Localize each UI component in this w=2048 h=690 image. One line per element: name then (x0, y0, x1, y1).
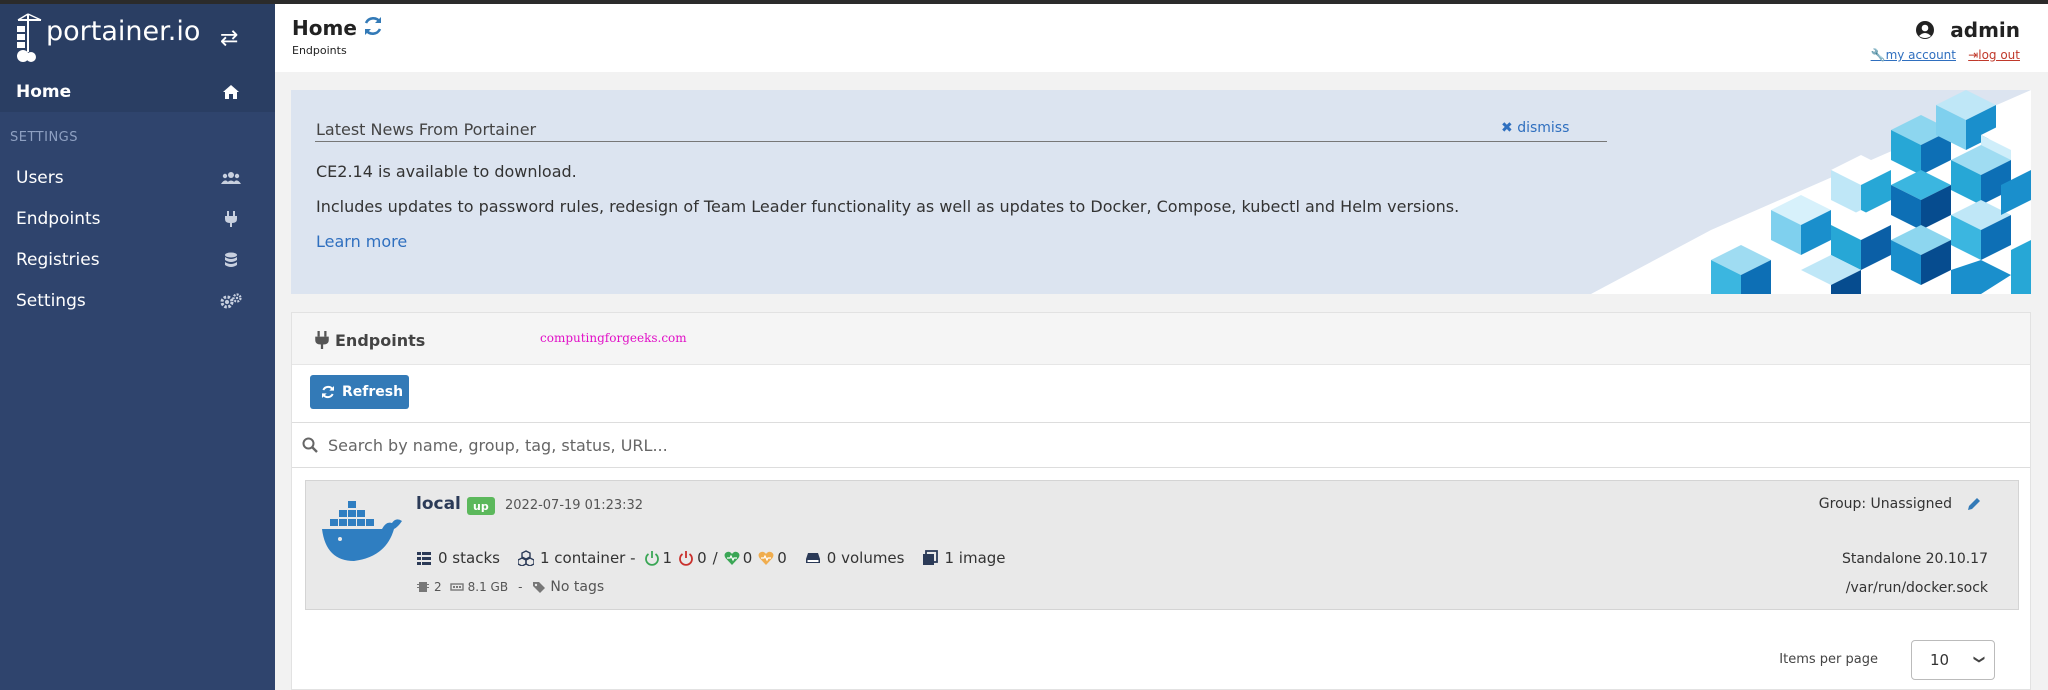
heartbeat-warning-icon (758, 551, 774, 565)
sidebar-item-label: Endpoints (16, 209, 101, 229)
endpoint-stats: 0 stacks 1 container - 1 0 / 0 0 0 volum… (416, 548, 1006, 568)
news-text: CE2.14 is available to download. (316, 162, 577, 181)
user-menu: admin 🔧my account ⇥log out (1748, 14, 2048, 64)
images-count: 1 image (944, 549, 1006, 567)
memory-size: 8.1 GB (467, 580, 509, 594)
news-banner: Latest News From Portainer ✖ dismiss CE2… (291, 90, 2031, 294)
news-title: Latest News From Portainer (316, 120, 537, 139)
news-divider (315, 141, 1607, 142)
clone-icon (923, 550, 939, 565)
unhealthy-count: 0 (777, 549, 787, 567)
settings-heading: SETTINGS (10, 130, 79, 145)
tags-icon (533, 582, 546, 593)
hdd-icon (805, 553, 820, 563)
sidebar-toggle-icon[interactable]: ⇄ (220, 26, 238, 51)
sidebar: portainer.io ⇄ Home SETTINGS Users Endpo… (0, 4, 275, 690)
users-icon (220, 167, 242, 189)
endpoint-group: Group: Unassigned (1818, 496, 1952, 512)
sidebar-item-settings[interactable]: Settings (0, 281, 275, 321)
breadcrumb: Endpoints (292, 44, 347, 57)
log-out-link[interactable]: ⇥log out (1968, 48, 2020, 62)
cpu-icon (417, 582, 429, 592)
endpoint-timestamp: 2022-07-19 01:23:32 (505, 498, 644, 513)
page-header: Home Endpoints admin 🔧my account ⇥log ou… (275, 4, 2048, 72)
stacks-count: 0 stacks (438, 549, 500, 567)
sidebar-item-label: Home (16, 82, 72, 102)
search-input[interactable] (328, 431, 2008, 459)
sidebar-item-label: Settings (16, 291, 86, 311)
endpoint-url: /var/run/docker.sock (1845, 580, 1988, 596)
sidebar-item-users[interactable]: Users (0, 158, 275, 198)
news-text: Includes updates to password rules, rede… (316, 197, 1460, 216)
cpu-count: 2 (434, 580, 442, 594)
plug-icon (220, 208, 242, 230)
wrench-icon: 🔧 (1870, 48, 1886, 62)
items-per-page-label: Items per page (1779, 652, 1878, 667)
endpoint-name: local (416, 494, 461, 514)
stopped-count: 0 (697, 549, 707, 567)
portainer-logo-icon[interactable] (14, 12, 44, 64)
status-badge: up (467, 497, 495, 515)
refresh-icon (322, 385, 334, 399)
heartbeat-icon (724, 551, 740, 565)
endpoints-panel: Endpoints computingforgeeks.com Refresh (291, 312, 2031, 690)
docker-logo-icon (322, 501, 402, 561)
running-count: 1 (662, 549, 673, 567)
database-icon (220, 249, 242, 271)
learn-more-link[interactable]: Learn more (316, 232, 407, 251)
items-per-page-select[interactable]: 10 ❯ (1911, 640, 1995, 680)
watermark-text: computingforgeeks.com (540, 331, 687, 345)
endpoint-meta: 2 8.1 GB - No tags (416, 578, 604, 596)
sidebar-item-label: Registries (16, 250, 100, 270)
panel-header: Endpoints computingforgeeks.com (292, 313, 2030, 365)
sidebar-item-endpoints[interactable]: Endpoints (0, 199, 275, 239)
refresh-button[interactable]: Refresh (310, 375, 409, 409)
refresh-icon[interactable] (361, 14, 385, 38)
sidebar-item-registries[interactable]: Registries (0, 240, 275, 280)
sign-out-icon: ⇥ (1968, 48, 1979, 62)
panel-title: Endpoints (335, 331, 426, 350)
memory-icon (449, 583, 464, 591)
cubes-icon (517, 550, 534, 566)
search-bar (292, 422, 2030, 468)
user-circle-icon (1916, 21, 1934, 39)
search-icon (302, 437, 318, 453)
brand-name[interactable]: portainer.io (46, 16, 200, 47)
tags-text: No tags (550, 579, 605, 595)
endpoint-item[interactable]: local up 2022-07-19 01:23:32 Group: Unas… (305, 480, 2019, 610)
containers-count: 1 container - (539, 549, 636, 567)
power-off-icon (679, 551, 693, 566)
username: admin (1950, 18, 2020, 42)
chevron-down-icon: ❯ (1972, 654, 1986, 665)
sidebar-item-label: Users (16, 168, 64, 188)
volumes-count: 0 volumes (826, 549, 905, 567)
pencil-icon[interactable] (1966, 496, 1982, 512)
dismiss-button[interactable]: ✖ dismiss (1501, 120, 1569, 136)
close-icon: ✖ (1501, 120, 1513, 136)
home-icon (220, 81, 242, 103)
plug-icon (315, 331, 329, 349)
stacks-icon (417, 552, 431, 565)
healthy-count: 0 (742, 549, 753, 567)
my-account-link[interactable]: 🔧my account (1871, 48, 1956, 62)
docker-version: Standalone 20.10.17 (1841, 551, 1988, 567)
power-on-icon (644, 551, 659, 566)
page-title: Home (292, 16, 357, 40)
sidebar-item-home[interactable]: Home (0, 72, 275, 112)
cogs-icon (220, 290, 242, 312)
brand-bar: portainer.io ⇄ (0, 4, 275, 76)
cubes-illustration (1591, 90, 2031, 294)
